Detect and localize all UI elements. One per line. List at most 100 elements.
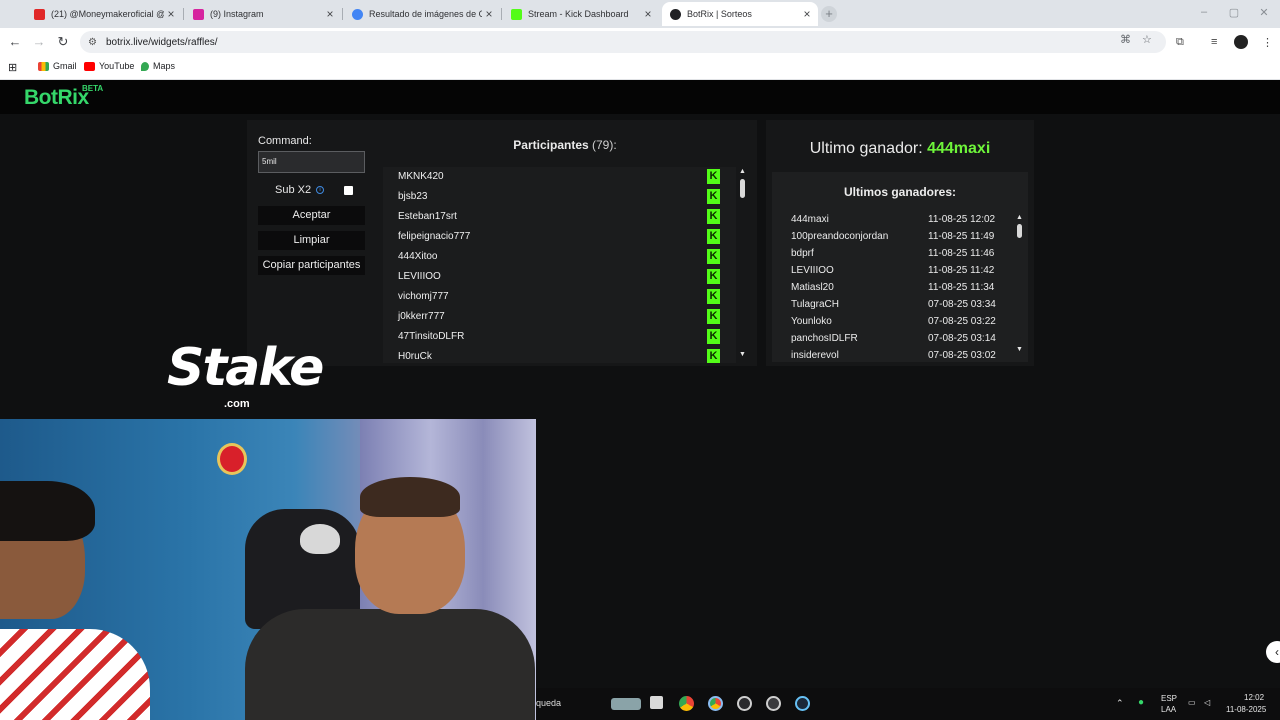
close-window-icon[interactable]: ✕ — [1254, 6, 1274, 19]
botrix-favicon-icon — [670, 8, 681, 20]
bookmarks-bar: ⊞ Gmail YouTube Maps — [0, 56, 1280, 80]
extensions-puzzle-icon[interactable]: ⧉ — [1176, 36, 1184, 49]
bookmark-label: Maps — [153, 61, 176, 71]
maximize-window-icon[interactable]: ▢ — [1224, 6, 1244, 19]
taskbar-search[interactable]: queda — [536, 698, 561, 708]
winner-date: 11-08-25 11:34 — [928, 282, 995, 293]
translate-icon[interactable]: ⌘ — [1120, 33, 1131, 46]
media-player-taskbar-icon[interactable] — [766, 696, 781, 711]
winners-list[interactable]: 444maxi 11-08-25 12:02 100preandoconjorda… — [772, 212, 1015, 358]
participant-row: vichomj777 K — [383, 287, 736, 307]
winner-name: 444maxi — [791, 214, 829, 225]
taskbar-widget-icon[interactable] — [611, 698, 641, 710]
forward-arrow-icon[interactable]: → — [31, 34, 47, 50]
participants-scrollbar[interactable] — [740, 179, 745, 198]
last-winner-name: 444maxi — [927, 140, 991, 157]
clear-button[interactable]: Limpiar — [258, 231, 365, 250]
sub-x2-checkbox[interactable] — [344, 186, 353, 195]
network-icon[interactable]: ▭ — [1188, 698, 1196, 707]
chair-logo-icon — [300, 524, 340, 554]
tray-chevron-icon[interactable]: ⌃ — [1116, 698, 1124, 709]
last-winner-label: Ultimo ganador: — [809, 140, 923, 157]
browser-toolbar: ← → ↻ ⚙ botrix.live/widgets/raffles/ ⌘ ☆… — [0, 28, 1280, 56]
close-tab-icon[interactable]: × — [164, 7, 178, 21]
tab-instagram[interactable]: (9) Instagram × — [185, 2, 341, 26]
close-tab-icon[interactable]: × — [641, 7, 655, 21]
tab-kick-dashboard[interactable]: Stream - Kick Dashboard × — [503, 2, 659, 26]
winner-date: 11-08-25 12:02 — [928, 214, 996, 225]
winner-row: Matiasl20 11-08-25 11:34 — [772, 280, 1015, 297]
tab-botrix-sorteos[interactable]: BotRix | Sorteos × — [662, 2, 818, 26]
bookmark-youtube[interactable]: YouTube — [84, 61, 134, 71]
reload-icon[interactable]: ↻ — [55, 34, 71, 50]
clock-date[interactable]: 11-08-2025 — [1226, 705, 1266, 714]
back-arrow-icon[interactable]: ← — [7, 34, 23, 50]
accept-button[interactable]: Aceptar — [258, 206, 365, 225]
minimize-window-icon[interactable]: – — [1194, 6, 1214, 18]
participants-list[interactable]: MKNK420 K bjsb23 K Esteban17srt K felipeign… — [383, 167, 736, 363]
volume-icon[interactable]: ◁ — [1204, 698, 1210, 707]
winner-name: LEVIIIOO — [791, 265, 834, 276]
steam-taskbar-icon[interactable] — [795, 696, 810, 711]
participant-row: 47TinsitoDLFR K — [383, 327, 736, 347]
info-icon[interactable]: i — [316, 186, 325, 194]
winners-scroll-down-icon[interactable]: ▼ — [1016, 346, 1023, 353]
profile-avatar[interactable] — [1234, 35, 1248, 49]
botrix-logo[interactable]: BotRix — [24, 86, 89, 110]
close-tab-icon[interactable]: × — [482, 7, 496, 21]
webcam-overlay — [0, 419, 536, 720]
chrome-menu-icon[interactable]: ⋮ — [1262, 36, 1273, 49]
command-input[interactable]: 5mil — [258, 151, 365, 173]
kick-icon: K — [707, 289, 720, 304]
gmail-icon — [38, 61, 49, 71]
kick-icon: K — [707, 309, 720, 324]
language-indicator[interactable]: ESP — [1161, 694, 1177, 703]
tab-title: (21) @Moneymakeroficial @SIM — [51, 9, 164, 19]
browser-tab-strip: (21) @Moneymakeroficial @SIM × (9) Insta… — [0, 0, 1280, 28]
sub-x2-label: Sub X2 — [275, 184, 312, 196]
participant-name: LEVIIIOO — [398, 271, 441, 282]
address-bar[interactable]: ⚙ botrix.live/widgets/raffles/ ⌘ ☆ — [80, 31, 1166, 53]
tab-divider — [183, 8, 184, 20]
bookmark-star-icon[interactable]: ☆ — [1142, 33, 1152, 46]
apps-grid-icon[interactable]: ⊞ — [8, 61, 17, 74]
site-header: BotRix BETA — [0, 80, 1280, 114]
new-tab-plus-icon[interactable]: + — [821, 6, 837, 22]
kick-icon: K — [707, 189, 720, 204]
participant-name: bjsb23 — [398, 191, 428, 202]
winner-name: 100preandoconjordan — [791, 231, 889, 242]
tab-google-images[interactable]: Resultado de imágenes de Goo × — [344, 2, 500, 26]
close-tab-icon[interactable]: × — [800, 7, 814, 21]
sub-x2-row: Sub X2 i — [275, 184, 325, 196]
winner-name: Younloko — [791, 316, 832, 327]
winner-date: 07-08-25 03:02 — [928, 350, 996, 358]
bookmark-label: YouTube — [99, 61, 135, 71]
obs-taskbar-icon[interactable] — [737, 696, 752, 711]
participant-row: 444Xitoo K — [383, 247, 736, 267]
scroll-down-icon[interactable]: ▼ — [739, 351, 746, 358]
bookmark-maps[interactable]: Maps — [141, 61, 175, 71]
winners-scroll-up-icon[interactable]: ▲ — [1016, 214, 1023, 221]
clock-time[interactable]: 12:02 — [1244, 693, 1264, 702]
scroll-up-icon[interactable]: ▲ — [739, 168, 746, 175]
copy-participants-button[interactable]: Copiar participantes — [258, 256, 365, 275]
winner-name: insiderevol — [791, 350, 839, 358]
close-tab-icon[interactable]: × — [323, 7, 337, 21]
bookmark-gmail[interactable]: Gmail — [38, 61, 77, 71]
participant-row: bjsb23 K — [383, 187, 736, 207]
winner-date: 11-08-25 11:49 — [928, 231, 995, 242]
microphone-icon[interactable]: ● — [1138, 697, 1144, 708]
site-info-icon[interactable]: ⚙ — [88, 37, 100, 48]
keyboard-layout-indicator[interactable]: LAA — [1161, 705, 1176, 714]
winners-scrollbar[interactable] — [1017, 224, 1022, 238]
tab-youtube[interactable]: (21) @Moneymakeroficial @SIM × — [26, 2, 182, 26]
media-controls-icon[interactable]: ≡ — [1211, 36, 1217, 48]
task-view-icon[interactable] — [650, 696, 663, 709]
chrome-taskbar-icon[interactable] — [679, 696, 694, 711]
maps-icon — [141, 61, 149, 71]
participant-row: j0kkerr777 K — [383, 307, 736, 327]
address-url[interactable]: botrix.live/widgets/raffles/ — [106, 37, 218, 48]
participant-row: MKNK420 K — [383, 167, 736, 187]
winner-name: panchosIDLFR — [791, 333, 858, 344]
chrome-active-taskbar-icon[interactable] — [708, 696, 723, 711]
